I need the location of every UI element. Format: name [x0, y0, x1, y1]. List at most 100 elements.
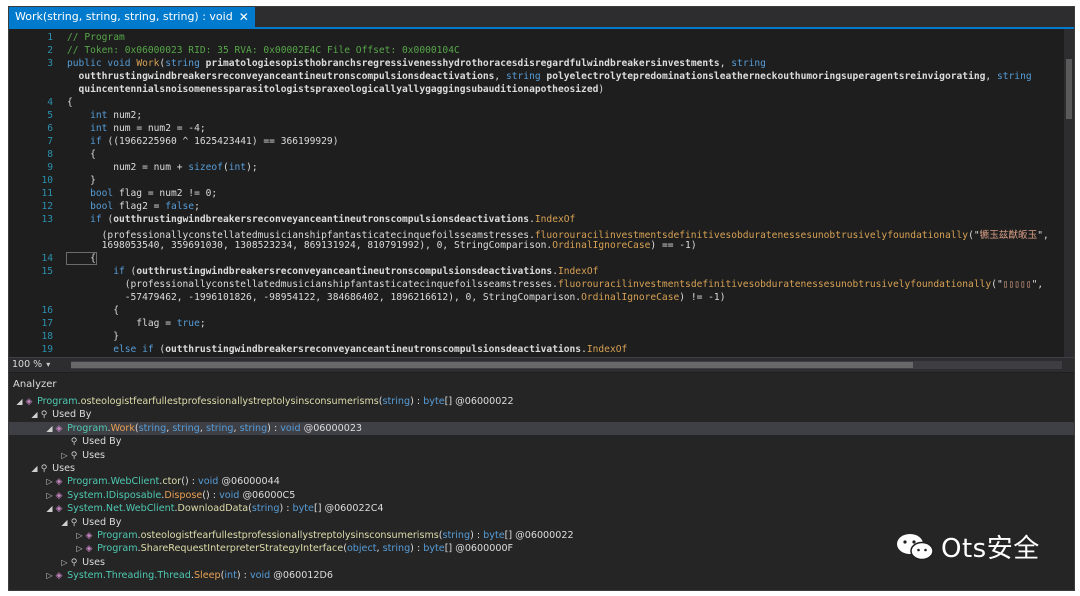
node-label-part: void: [219, 489, 240, 501]
expand-arrow-icon[interactable]: ▷: [45, 475, 54, 488]
code-text: else if (outthrustingwindbreakersreconve…: [67, 344, 627, 355]
code-token: ",: [1037, 230, 1049, 241]
analyzer-tree-node[interactable]: ⚲ Used By: [9, 435, 1074, 448]
node-label-part: [] @06000022: [504, 530, 574, 541]
node-label-part: object: [346, 543, 377, 555]
code-token: Work: [136, 58, 160, 69]
scrollbar-thumb[interactable]: [71, 362, 914, 368]
analyzer-tree-node[interactable]: ◢ ◈ System.Net.WebClient.DownloadData(str…: [9, 502, 1074, 515]
code-token: string: [505, 71, 547, 82]
code-text: -57479462, -1996101826, -98954122, 38468…: [67, 292, 726, 303]
method-icon: ◈: [55, 490, 63, 501]
analyzer-tree-node[interactable]: ◢ ⚲ Used By: [9, 408, 1074, 421]
collapse-arrow-icon[interactable]: ◢: [45, 422, 54, 435]
analyzer-tree-node[interactable]: ▷ ◈ System.Threading.Thread.Sleep(int) : …: [9, 569, 1074, 582]
code-token: IndexOf: [586, 344, 628, 355]
code-text: 1698053540, 359691030, 1308523234, 86913…: [67, 240, 697, 251]
collapse-arrow-icon[interactable]: ◢: [60, 516, 69, 529]
code-token: ▯▯▯▯▯: [1002, 279, 1032, 290]
expand-arrow-icon[interactable]: ▷: [45, 489, 54, 502]
analyzer-tree-node[interactable]: ◢ ⚲ Used By: [9, 516, 1074, 529]
node-label-part: DownloadData: [177, 503, 249, 515]
node-label-part: int: [224, 570, 237, 582]
code-token: (professionallyconstellatedmusicianshipf…: [67, 279, 558, 290]
expand-arrow-icon[interactable]: ▷: [75, 529, 84, 542]
code-token: false: [165, 201, 195, 212]
close-icon[interactable]: ✕: [239, 7, 249, 27]
analyzer-tree-node[interactable]: ◢ ⚲ Uses: [9, 462, 1074, 475]
node-label-part: Used By: [82, 436, 122, 448]
code-token: fluorouracilinvestmentsdefinitivesobdura…: [557, 279, 992, 290]
code-token: // Program: [67, 32, 125, 43]
method-icon: ◈: [85, 544, 93, 555]
code-text: quincentennialsnoisomenessparasitologist…: [67, 84, 605, 95]
collapse-arrow-icon[interactable]: ◢: [15, 395, 24, 408]
tab-work-method[interactable]: Work(string, string, string, string) : v…: [9, 7, 255, 27]
code-token: IndexOf: [557, 266, 599, 277]
method-icon: ◈: [25, 397, 33, 407]
node-label-part: osteologistfearfullestprofessionallystre…: [80, 396, 379, 407]
code-token: {: [66, 252, 97, 265]
code-text: if ((1966225960 ^ 1625423441) == 3661999…: [67, 136, 338, 147]
code-token: bool: [67, 188, 119, 199]
search-icon: ⚲: [40, 464, 48, 474]
analyzer-tree-node[interactable]: ▷ ⚲ Uses: [9, 449, 1074, 462]
analyzer-tree-node[interactable]: ▷ ◈ System.IDisposable.Dispose() : void @…: [9, 489, 1074, 502]
code-text: {: [67, 149, 96, 160]
code-token: outthrustingwindbreakersreconveyanceanti…: [165, 344, 582, 355]
code-text: int num2;: [67, 110, 142, 121]
method-icon: ◈: [85, 531, 93, 541]
code-token: OrdinalIgnoreCase: [581, 292, 680, 303]
wechat-icon: [897, 533, 934, 560]
collapse-arrow-icon[interactable]: ◢: [30, 408, 39, 421]
node-label-part: [] @060022C4: [313, 503, 384, 515]
code-editor[interactable]: 1 // Program 2 // Token: 0x06000023 RID: 35…: [9, 29, 1074, 357]
vertical-scrollbar[interactable]: [1064, 29, 1074, 357]
analyzer-tree-node[interactable]: ◢ ◈ Program.osteologistfearfullestprofess…: [9, 395, 1074, 408]
node-label-part: ) :: [279, 503, 293, 515]
analyzer-tree-node[interactable]: ◢ ◈ Program.Work(string, string, string, …: [9, 421, 1074, 436]
expand-arrow-icon[interactable]: ▷: [75, 542, 84, 555]
scrollbar-thumb[interactable]: [1066, 59, 1072, 119]
node-label-part: void: [249, 570, 271, 582]
method-icon: ◈: [55, 477, 63, 488]
code-token: ;: [194, 201, 200, 212]
code-token: 1698053540, 359691030, 1308523234, 86913…: [67, 240, 553, 251]
horizontal-scrollbar[interactable]: [71, 361, 1062, 369]
node-label-part: ) :: [410, 396, 424, 407]
expand-arrow-icon[interactable]: ▷: [45, 569, 54, 582]
collapse-arrow-icon[interactable]: ◢: [45, 502, 54, 515]
line-number: 12: [41, 201, 53, 212]
code-token: ,: [985, 71, 997, 82]
node-label-part: void: [198, 476, 219, 488]
code-text: flag = true;: [67, 318, 206, 329]
code-token: quincentennialsnoisomenessparasitologist…: [67, 84, 599, 95]
node-label-part: byte: [423, 396, 445, 407]
code-token: if: [67, 266, 131, 277]
method-icon: ◈: [55, 571, 63, 582]
zoom-level: 100 %: [12, 359, 43, 370]
node-label-part: [] @06000022: [444, 396, 514, 407]
analyzer-tree-node[interactable]: ▷ ◈ Program.WebClient.ctor() : void @0600…: [9, 475, 1074, 488]
node-label-part: string: [382, 543, 411, 555]
code-token: sizeof: [188, 162, 223, 173]
line-number: 14: [41, 253, 53, 264]
code-token: ;: [199, 318, 206, 329]
code-token: ((1966225960 ^ 1625423441) == 366199929): [107, 136, 339, 147]
code-token: polyelectrolytepredominationsleatherneck…: [546, 71, 986, 82]
code-token: (": [991, 279, 1003, 290]
chevron-down-icon: ▾: [46, 360, 51, 369]
watermark-text: Ots安全: [941, 534, 1040, 564]
code-token: flag = num2 != 0;: [118, 188, 218, 199]
expand-arrow-icon[interactable]: ▷: [60, 449, 69, 462]
code-text: // Program: [67, 32, 125, 43]
node-label-part: ) :: [236, 570, 250, 582]
zoom-level-dropdown[interactable]: 100 % ▾: [12, 358, 62, 372]
node-label-part: string: [239, 422, 268, 434]
code-token: public void: [67, 58, 137, 69]
expand-arrow-icon[interactable]: ▷: [60, 556, 69, 569]
code-token: num = num2 = -4;: [113, 123, 206, 134]
line-number: 10: [41, 175, 53, 186]
code-token: {: [67, 149, 96, 160]
collapse-arrow-icon[interactable]: ◢: [30, 462, 39, 475]
